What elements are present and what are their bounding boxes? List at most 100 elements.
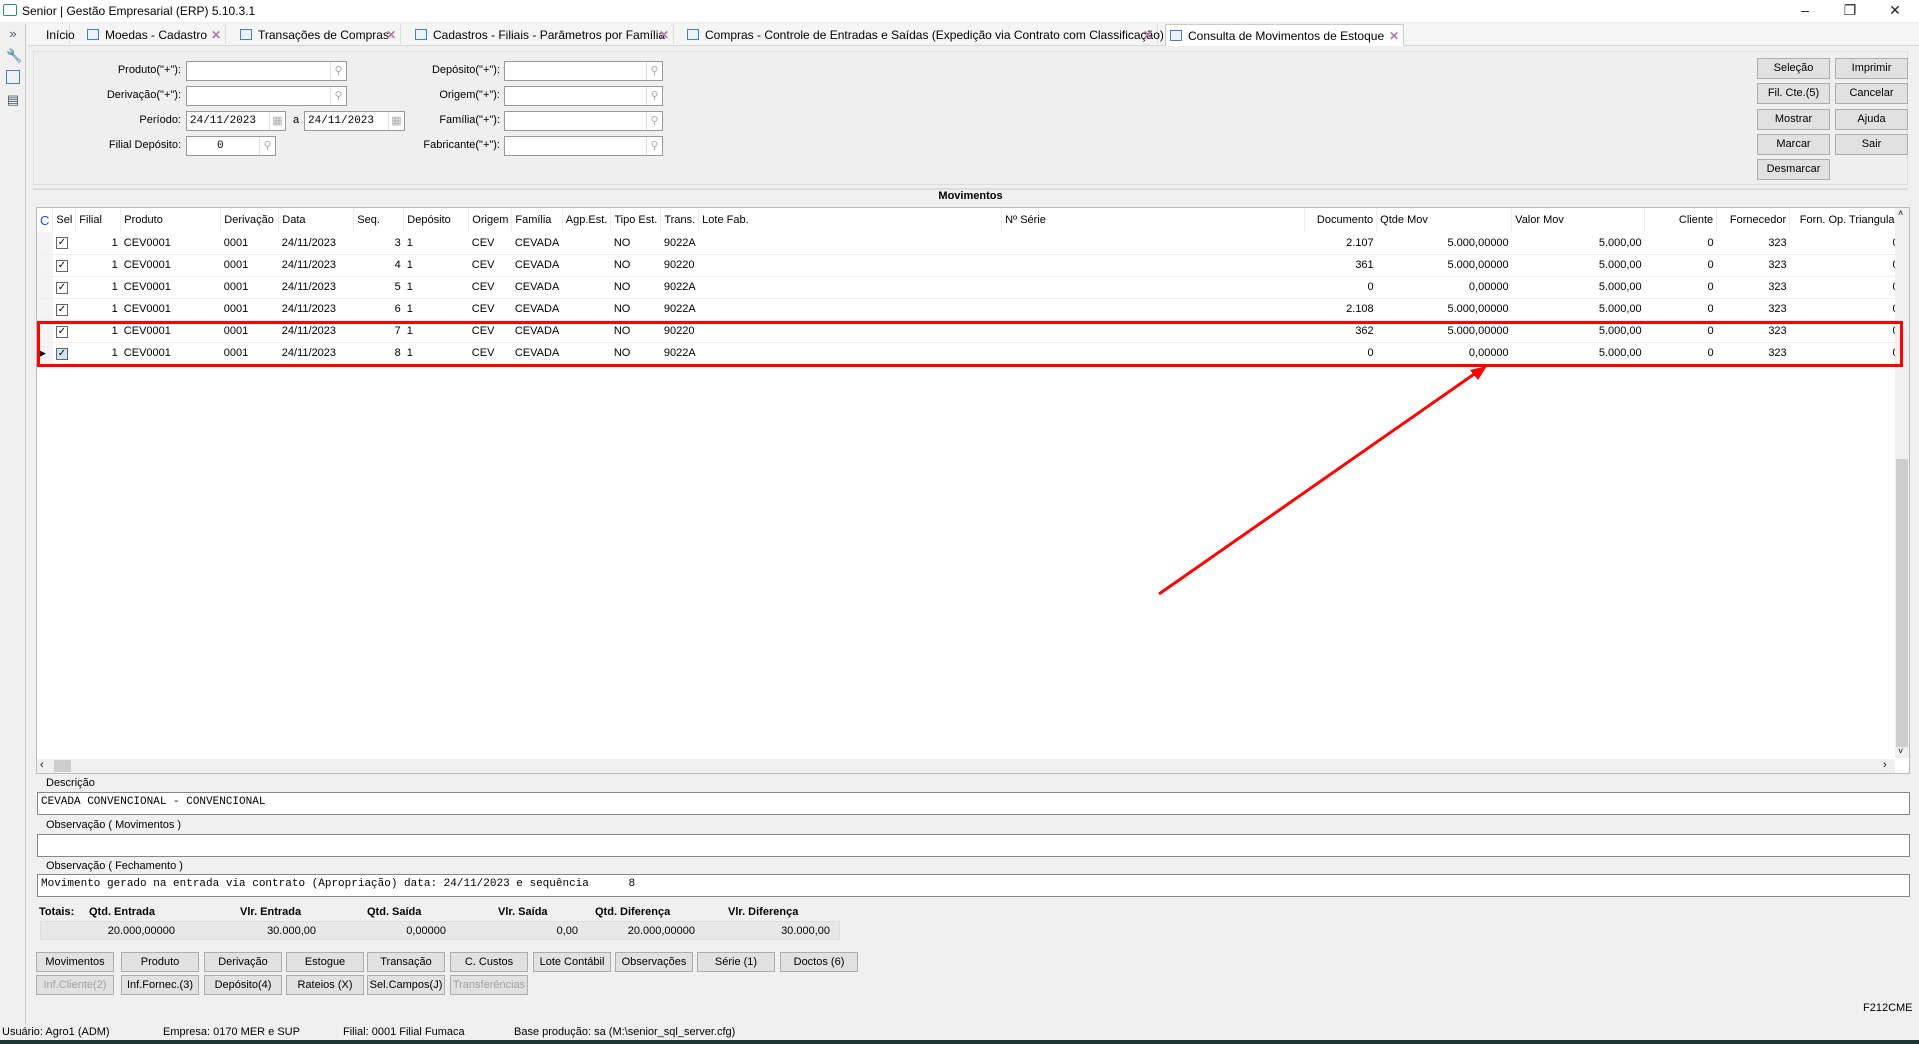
column-header[interactable]: Filial xyxy=(75,208,122,232)
scroll-left-icon[interactable]: ‹ xyxy=(40,759,44,771)
familia-input[interactable]: ⚲ xyxy=(504,111,663,131)
close-window-button[interactable]: ✕ xyxy=(1880,2,1910,19)
table-row[interactable]: ✓ 1 CEV0001 0001 24/11/2023 3 1 CEV CEVADA NO 9022… xyxy=(37,232,1902,255)
filial-deposito-input[interactable]: 0 ⚲ xyxy=(186,136,276,156)
bottom-button-1-0[interactable]: Inf.Cliente(2) xyxy=(36,975,114,995)
column-header[interactable]: Família xyxy=(511,208,563,232)
bottom-button-0-2[interactable]: Derivação xyxy=(204,952,282,972)
bottom-button-0-6[interactable]: Lote Contábil xyxy=(533,952,611,972)
origem-input[interactable]: ⚲ xyxy=(504,86,663,106)
column-header[interactable]: Trans. xyxy=(660,208,700,232)
fabricante-input[interactable]: ⚲ xyxy=(504,136,663,156)
column-header[interactable]: Produto xyxy=(120,208,222,232)
bottom-button-1-5[interactable]: Transferências xyxy=(450,975,528,995)
column-header[interactable]: Fornecedor xyxy=(1716,208,1791,232)
bottom-button-0-1[interactable]: Produto xyxy=(121,952,199,972)
wrench-icon[interactable]: 🔧 xyxy=(6,48,22,63)
scroll-down-icon[interactable]: ˅ xyxy=(1898,746,1903,756)
sel-cell[interactable]: ✓ xyxy=(52,232,76,255)
table-row[interactable]: ✓ 1 CEV0001 0001 24/11/2023 4 1 CEV CEVADA NO 9022… xyxy=(37,254,1902,277)
selecao-button[interactable]: Seleção xyxy=(1757,58,1830,79)
search-icon[interactable]: ⚲ xyxy=(646,62,662,80)
scroll-up-icon[interactable]: ˄ xyxy=(1898,208,1903,218)
sel-cell[interactable]: ✓ xyxy=(52,298,76,321)
select-checkbox[interactable]: ✓ xyxy=(55,259,68,272)
bottom-button-0-5[interactable]: C. Custos xyxy=(450,952,528,972)
panel-icon[interactable] xyxy=(6,70,20,84)
obs-fechamento-field[interactable]: Movimento gerado na entrada via contrato… xyxy=(37,874,1910,897)
column-header[interactable]: Forn. Op. Triangular xyxy=(1789,208,1903,232)
desmarcar-button[interactable]: Desmarcar xyxy=(1757,159,1830,180)
descricao-field[interactable]: CEVADA CONVENCIONAL - CONVENCIONAL xyxy=(37,792,1910,815)
periodo-de-input[interactable]: 24/11/2023 ▦ xyxy=(186,111,286,131)
sel-cell[interactable]: ✓ xyxy=(52,276,76,299)
mostrar-button[interactable]: Mostrar xyxy=(1757,109,1830,130)
close-tab-icon[interactable]: ✕ xyxy=(386,24,396,46)
bottom-button-0-4[interactable]: Transação xyxy=(367,952,445,972)
table-row[interactable]: ✓ 1 CEV0001 0001 24/11/2023 5 1 CEV CEVADA NO 9022… xyxy=(37,276,1902,299)
bottom-button-1-3[interactable]: Rateios (X) xyxy=(286,975,364,995)
column-header[interactable]: Agp.Est. xyxy=(562,208,612,232)
close-tab-icon[interactable]: ✕ xyxy=(1143,24,1153,46)
derivacao-input[interactable]: ⚲ xyxy=(186,86,347,106)
bottom-button-0-3[interactable]: Estogue xyxy=(286,952,364,972)
obs-movimentos-field[interactable] xyxy=(37,834,1910,857)
scroll-right-icon[interactable]: › xyxy=(1883,759,1887,771)
column-header[interactable]: Cliente xyxy=(1644,208,1718,232)
select-checkbox[interactable]: ✓ xyxy=(55,303,68,316)
column-header[interactable]: Origem xyxy=(468,208,513,232)
form-icon[interactable]: ▤ xyxy=(6,92,20,107)
fil-cte-button[interactable]: Fil. Cte.(5) xyxy=(1757,83,1830,104)
column-header[interactable]: Nº Série xyxy=(1001,208,1306,232)
deposito-input[interactable]: ⚲ xyxy=(504,61,663,81)
column-header[interactable]: Valor Mov xyxy=(1511,208,1646,232)
tab-5[interactable]: Consulta de Movimentos de Estoque ✕ xyxy=(1165,24,1404,46)
search-icon[interactable]: ⚲ xyxy=(646,112,662,130)
column-header[interactable]: Sel xyxy=(52,208,77,232)
bottom-button-0-0[interactable]: Movimentos xyxy=(36,952,114,972)
column-header[interactable]: Depósito xyxy=(403,208,470,232)
horizontal-scroll-thumb[interactable] xyxy=(54,760,71,772)
sair-button[interactable]: Sair xyxy=(1835,134,1908,155)
bottom-button-1-1[interactable]: Inf.Fornec.(3) xyxy=(121,975,199,995)
tab-4[interactable]: Compras - Controle de Entradas e Saídas … xyxy=(683,24,1164,46)
imprimir-button[interactable]: Imprimir xyxy=(1835,58,1908,79)
sel-cell[interactable]: ✓ xyxy=(52,254,76,277)
search-icon[interactable]: ⚲ xyxy=(646,137,662,155)
ajuda-button[interactable]: Ajuda xyxy=(1835,109,1908,130)
marcar-button[interactable]: Marcar xyxy=(1757,134,1830,155)
column-header[interactable]: Lote Fab. xyxy=(698,208,1003,232)
column-header[interactable]: Data xyxy=(278,208,355,232)
column-header[interactable]: Seq. xyxy=(353,208,405,232)
column-header[interactable]: Tipo Est. xyxy=(610,208,662,232)
search-icon[interactable]: ⚲ xyxy=(259,137,275,155)
bottom-button-1-4[interactable]: Sel.Campos(J) xyxy=(367,975,445,995)
expand-icon[interactable]: » xyxy=(6,26,20,41)
tab-3[interactable]: Cadastros - Filiais - Parâmetros por Fam… xyxy=(411,24,674,46)
minimize-button[interactable]: – xyxy=(1790,2,1820,18)
close-tab-icon[interactable]: ✕ xyxy=(659,24,669,46)
vertical-scroll-thumb[interactable] xyxy=(1896,459,1908,747)
restore-button[interactable]: ❐ xyxy=(1835,2,1865,19)
tab-1[interactable]: Moedas - Cadastro ✕ xyxy=(83,24,226,46)
select-checkbox[interactable]: ✓ xyxy=(55,281,68,294)
calendar-icon[interactable]: ▦ xyxy=(269,112,285,130)
close-tab-icon[interactable]: ✕ xyxy=(211,24,221,46)
tab-2[interactable]: Transações de Compras ✕ xyxy=(236,24,401,46)
close-tab-icon[interactable]: ✕ xyxy=(1389,25,1399,47)
bottom-button-0-8[interactable]: Série (1) xyxy=(697,952,775,972)
vertical-scrollbar[interactable]: ˄ ˅ xyxy=(1895,208,1909,758)
column-header[interactable]: Documento xyxy=(1304,208,1378,232)
select-checkbox[interactable]: ✓ xyxy=(55,237,68,250)
tab-0[interactable]: Início xyxy=(40,24,75,46)
column-header[interactable]: Derivação xyxy=(220,208,280,232)
bottom-button-0-7[interactable]: Observações xyxy=(615,952,693,972)
bottom-button-1-2[interactable]: Depósito(4) xyxy=(204,975,282,995)
bottom-button-0-9[interactable]: Doctos (6) xyxy=(780,952,858,972)
column-header[interactable]: Qtde Mov xyxy=(1376,208,1513,232)
column-header[interactable]: C xyxy=(37,208,54,232)
cancelar-button[interactable]: Cancelar xyxy=(1835,83,1908,104)
horizontal-scrollbar[interactable]: ‹ › xyxy=(37,759,1895,773)
search-icon[interactable]: ⚲ xyxy=(646,87,662,105)
produto-input[interactable]: ⚲ xyxy=(186,61,347,81)
